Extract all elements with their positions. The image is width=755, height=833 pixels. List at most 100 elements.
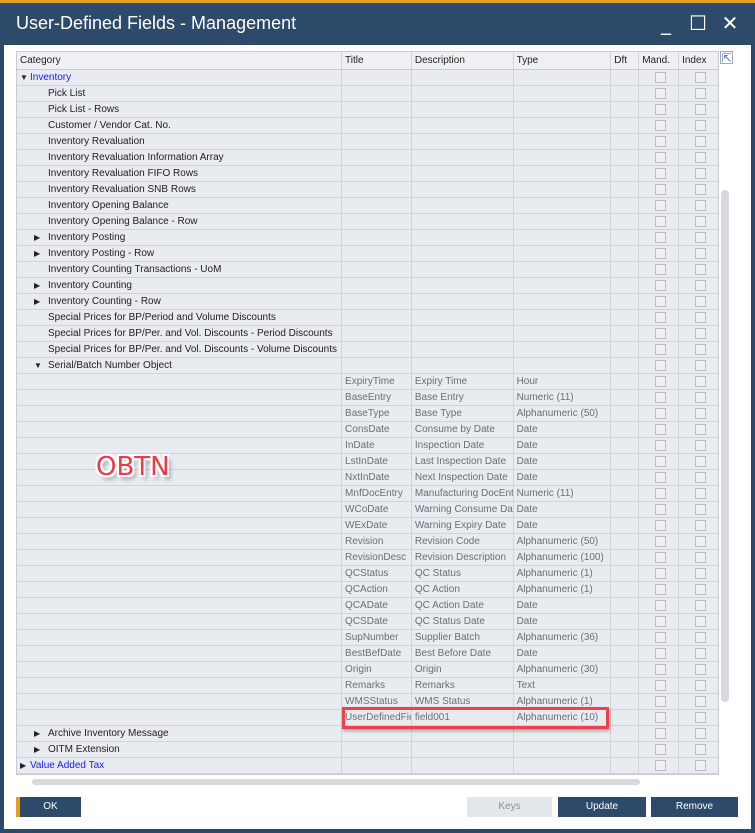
- remove-button[interactable]: Remove: [651, 797, 738, 817]
- field-row[interactable]: SupNumber Supplier Batch Alphanumeric (36): [17, 630, 718, 646]
- collapsed-arrow-icon[interactable]: ▶: [34, 246, 48, 261]
- category-row[interactable]: ▶ Inventory Posting: [17, 230, 718, 246]
- mandatory-checkbox[interactable]: [654, 552, 666, 563]
- column-header-dft[interactable]: Dft: [611, 52, 640, 69]
- field-row[interactable]: Origin Origin Alphanumeric (30): [17, 662, 718, 678]
- collapsed-arrow-icon[interactable]: ▶: [34, 726, 48, 741]
- index-checkbox[interactable]: [694, 504, 706, 515]
- index-checkbox[interactable]: [694, 648, 706, 659]
- field-row[interactable]: WCoDate Warning Consume Date Date: [17, 502, 718, 518]
- field-row[interactable]: ConsDate Consume by Date Date: [17, 422, 718, 438]
- mandatory-checkbox[interactable]: [654, 136, 666, 147]
- category-row[interactable]: Special Prices for BP/Per. and Vol. Disc…: [17, 326, 718, 342]
- category-row[interactable]: Inventory Revaluation FIFO Rows: [17, 166, 718, 182]
- mandatory-checkbox[interactable]: [654, 488, 666, 499]
- column-header-category[interactable]: Category: [17, 52, 343, 69]
- category-row[interactable]: Special Prices for BP/Per. and Vol. Disc…: [17, 342, 718, 358]
- minimize-button[interactable]: _: [654, 11, 678, 35]
- mandatory-checkbox[interactable]: [654, 680, 666, 691]
- mandatory-checkbox[interactable]: [654, 360, 666, 371]
- index-checkbox[interactable]: [694, 616, 706, 627]
- index-checkbox[interactable]: [694, 296, 706, 307]
- collapsed-arrow-icon[interactable]: ▶: [34, 742, 48, 757]
- category-row[interactable]: ▶ Inventory Counting: [17, 278, 718, 294]
- close-button[interactable]: ✕: [718, 11, 742, 35]
- field-row[interactable]: RevisionDesc Revision Description Alphanum…: [17, 550, 718, 566]
- mandatory-checkbox[interactable]: [654, 72, 666, 83]
- mandatory-checkbox[interactable]: [654, 712, 666, 723]
- field-row[interactable]: Revision Revision Code Alphanumeric (50): [17, 534, 718, 550]
- index-checkbox[interactable]: [694, 392, 706, 403]
- index-checkbox[interactable]: [694, 184, 706, 195]
- index-checkbox[interactable]: [694, 488, 706, 499]
- mandatory-checkbox[interactable]: [654, 184, 666, 195]
- collapsed-arrow-icon[interactable]: ▶: [34, 294, 48, 309]
- expanded-arrow-icon[interactable]: ▼: [34, 358, 48, 373]
- collapsed-arrow-icon[interactable]: ▶: [34, 230, 48, 245]
- index-checkbox[interactable]: [694, 408, 706, 419]
- category-row[interactable]: Inventory Opening Balance: [17, 198, 718, 214]
- mandatory-checkbox[interactable]: [654, 744, 666, 755]
- index-checkbox[interactable]: [694, 104, 706, 115]
- field-row[interactable]: UserDefinedFie field001 Alphanumeric (10): [17, 710, 718, 726]
- mandatory-checkbox[interactable]: [654, 120, 666, 131]
- field-row[interactable]: QCADate QC Action Date Date: [17, 598, 718, 614]
- category-row[interactable]: Special Prices for BP/Period and Volume …: [17, 310, 718, 326]
- index-checkbox[interactable]: [694, 680, 706, 691]
- column-header-type[interactable]: Type: [514, 52, 612, 69]
- ok-button[interactable]: OK: [16, 797, 81, 817]
- maximize-button[interactable]: ☐: [686, 11, 710, 35]
- index-checkbox[interactable]: [694, 280, 706, 291]
- mandatory-checkbox[interactable]: [654, 216, 666, 227]
- index-checkbox[interactable]: [694, 152, 706, 163]
- category-row[interactable]: ▶ Archive Inventory Message: [17, 726, 718, 742]
- index-checkbox[interactable]: [694, 248, 706, 259]
- mandatory-checkbox[interactable]: [654, 440, 666, 451]
- mandatory-checkbox[interactable]: [654, 600, 666, 611]
- category-row[interactable]: ▶ Inventory Counting - Row: [17, 294, 718, 310]
- index-checkbox[interactable]: [694, 744, 706, 755]
- index-checkbox[interactable]: [694, 664, 706, 675]
- index-checkbox[interactable]: [694, 360, 706, 371]
- mandatory-checkbox[interactable]: [654, 296, 666, 307]
- field-row[interactable]: QCStatus QC Status Alphanumeric (1): [17, 566, 718, 582]
- mandatory-checkbox[interactable]: [654, 632, 666, 643]
- mandatory-checkbox[interactable]: [654, 248, 666, 259]
- field-row[interactable]: MnfDocEntry Manufacturing DocEntry Numeric…: [17, 486, 718, 502]
- category-row[interactable]: Inventory Revaluation Information Array: [17, 150, 718, 166]
- mandatory-checkbox[interactable]: [654, 168, 666, 179]
- index-checkbox[interactable]: [694, 344, 706, 355]
- index-checkbox[interactable]: [694, 552, 706, 563]
- field-row[interactable]: WMSStatus WMS Status Alphanumeric (1): [17, 694, 718, 710]
- field-row[interactable]: BaseType Base Type Alphanumeric (50): [17, 406, 718, 422]
- index-checkbox[interactable]: [694, 424, 706, 435]
- index-checkbox[interactable]: [694, 120, 706, 131]
- mandatory-checkbox[interactable]: [654, 392, 666, 403]
- mandatory-checkbox[interactable]: [654, 280, 666, 291]
- index-checkbox[interactable]: [694, 232, 706, 243]
- category-row[interactable]: ▶ Value Added Tax: [17, 758, 718, 774]
- mandatory-checkbox[interactable]: [654, 536, 666, 547]
- mandatory-checkbox[interactable]: [654, 328, 666, 339]
- expand-icon[interactable]: ⇱: [720, 51, 733, 64]
- index-checkbox[interactable]: [694, 376, 706, 387]
- field-row[interactable]: ExpiryTime Expiry Time Hour: [17, 374, 718, 390]
- collapsed-arrow-icon[interactable]: ▶: [20, 758, 30, 773]
- mandatory-checkbox[interactable]: [654, 648, 666, 659]
- index-checkbox[interactable]: [694, 632, 706, 643]
- mandatory-checkbox[interactable]: [654, 264, 666, 275]
- field-row[interactable]: Remarks Remarks Text: [17, 678, 718, 694]
- column-header-description[interactable]: Description: [412, 52, 514, 69]
- index-checkbox[interactable]: [694, 472, 706, 483]
- index-checkbox[interactable]: [694, 760, 706, 771]
- field-row[interactable]: QCAction QC Action Alphanumeric (1): [17, 582, 718, 598]
- index-checkbox[interactable]: [694, 264, 706, 275]
- category-row[interactable]: Inventory Counting Transactions - UoM: [17, 262, 718, 278]
- category-row[interactable]: ▼ Inventory: [17, 70, 718, 86]
- mandatory-checkbox[interactable]: [654, 152, 666, 163]
- mandatory-checkbox[interactable]: [654, 568, 666, 579]
- mandatory-checkbox[interactable]: [654, 312, 666, 323]
- mandatory-checkbox[interactable]: [654, 104, 666, 115]
- mandatory-checkbox[interactable]: [654, 200, 666, 211]
- index-checkbox[interactable]: [694, 88, 706, 99]
